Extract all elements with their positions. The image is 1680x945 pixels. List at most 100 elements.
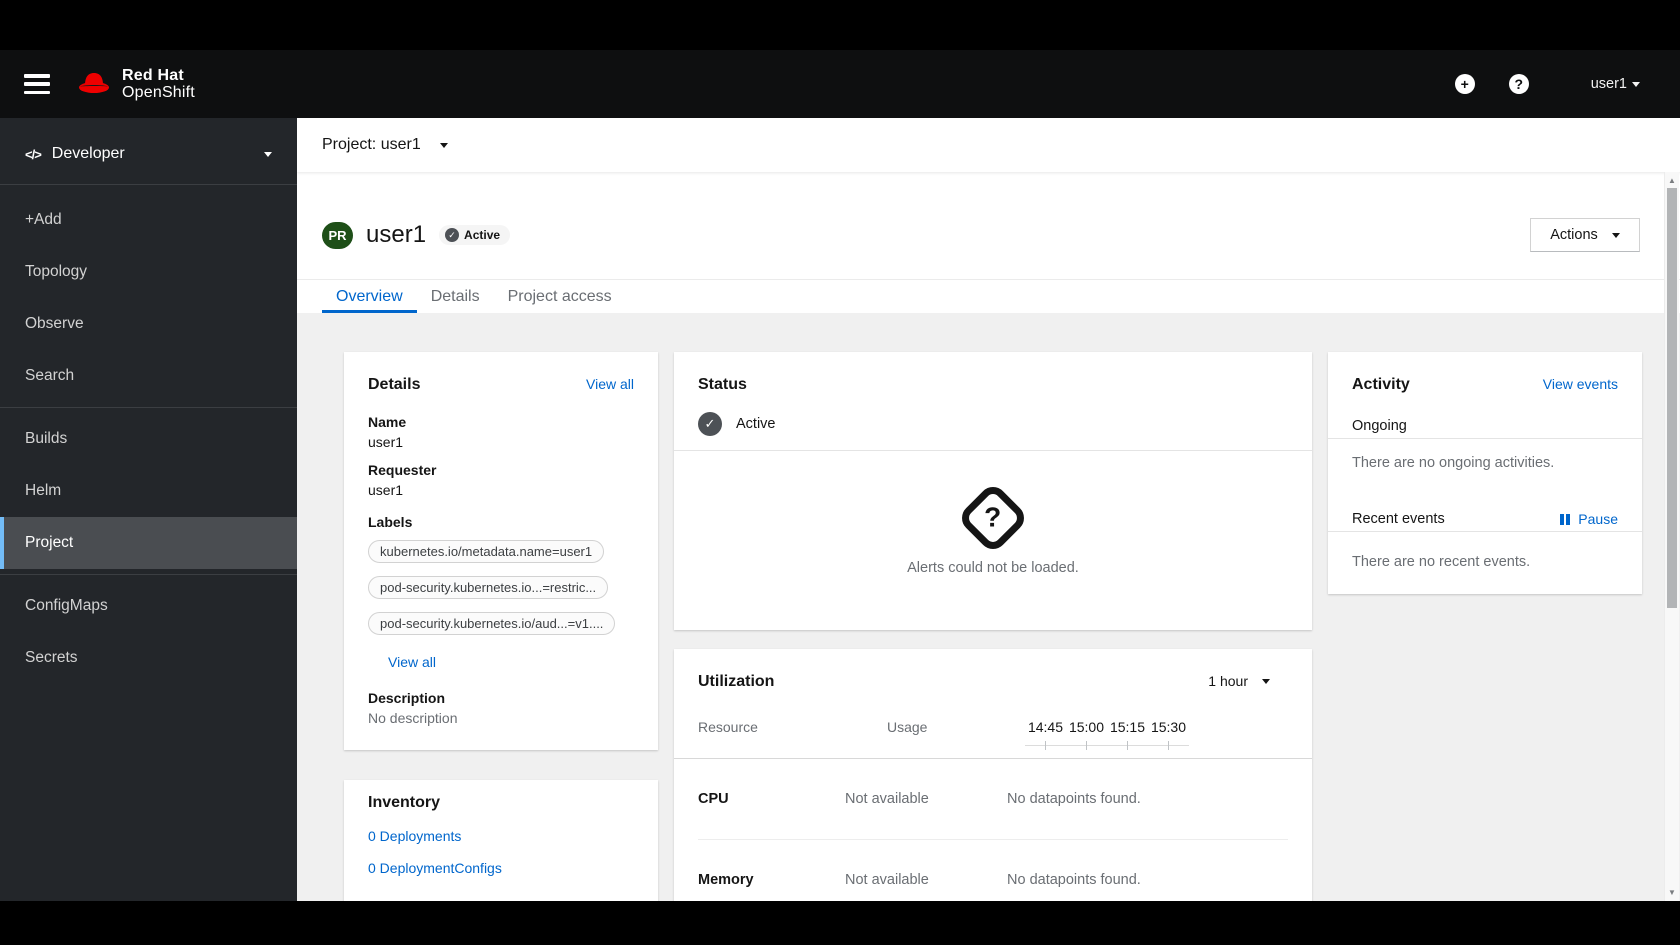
caret-down-icon (1632, 81, 1640, 87)
details-card-title: Details (368, 376, 421, 393)
sidebar-item-search[interactable]: Search (0, 350, 297, 402)
label-chip[interactable]: pod-security.kubernetes.io...=restric... (368, 576, 609, 599)
sidebar-item-observe[interactable]: Observe (0, 298, 297, 350)
redhat-openshift-logo: Red Hat OpenShift (76, 67, 195, 101)
add-plus-circle-icon[interactable]: + (1454, 74, 1475, 94)
resource-name: CPU (698, 791, 729, 807)
resource-usage: Not available (845, 791, 929, 807)
vertical-scrollbar[interactable]: ▲ ▼ (1664, 172, 1679, 901)
brand-line-2: OpenShift (122, 84, 195, 101)
ongoing-empty-message: There are no ongoing activities. (1352, 455, 1555, 471)
project-selector[interactable]: Project: user1 (297, 118, 1680, 172)
pause-button[interactable]: Pause (1560, 511, 1618, 527)
caret-down-icon (1611, 232, 1620, 238)
sidebar-item-configmaps[interactable]: ConfigMaps (0, 580, 297, 632)
sidebar-item-builds[interactable]: Builds (0, 413, 297, 465)
label-chip[interactable]: kubernetes.io/metadata.name=user1 (368, 540, 605, 563)
utilization-card-title: Utilization (698, 673, 775, 690)
actions-button[interactable]: Actions (1530, 218, 1640, 252)
resource-datapoints: No datapoints found. (1007, 871, 1141, 888)
sidebar: </> Developer +Add Topology Observe Sear… (0, 118, 297, 901)
inventory-deploymentconfigs-link[interactable]: 0 DeploymentConfigs (368, 860, 634, 876)
main-content: Project: user1 PR user1 ✓ Active Actions… (297, 118, 1680, 901)
perspective-label: Developer (51, 145, 125, 162)
details-view-all-link[interactable]: View all (586, 376, 634, 392)
scrollbar-down-icon[interactable]: ▼ (1665, 888, 1679, 897)
requester-label: Requester (368, 462, 437, 478)
resource-usage: Not available (845, 871, 929, 888)
labels-view-all-link[interactable]: View all (388, 654, 436, 670)
resource-name: Memory (698, 871, 754, 888)
sidebar-item-add[interactable]: +Add (0, 194, 297, 246)
project-status-badge-label: Active (464, 228, 501, 242)
utilization-card: Utilization 1 hour Resource Usage 14:45 (674, 649, 1312, 901)
name-label: Name (368, 414, 407, 430)
name-value: user1 (368, 434, 404, 450)
scrollbar-thumb[interactable] (1667, 188, 1677, 608)
scrollbar-up-icon[interactable]: ▲ (1665, 176, 1679, 185)
activity-card: Activity View events Ongoing There are n… (1328, 352, 1642, 594)
activity-card-title: Activity (1352, 376, 1410, 393)
user-menu[interactable]: user1 (1591, 76, 1640, 92)
overview-dashboard: Details View all Name user1 Requester us… (297, 313, 1680, 901)
time-axis-ticks (1025, 741, 1189, 750)
help-question-icon[interactable]: ? (1508, 74, 1529, 94)
sidebar-item-project[interactable]: Project (0, 517, 297, 569)
recent-events-label: Recent events (1352, 511, 1445, 527)
status-card: Status ✓ Active ? Alerts could not be lo… (674, 352, 1312, 630)
page-title: user1 (366, 221, 427, 248)
caret-down-icon (264, 151, 272, 157)
resource-column-header: Resource (698, 719, 758, 735)
tab-bar: Overview Details Project access (297, 279, 1680, 313)
duration-dropdown[interactable]: 1 hour (1208, 673, 1270, 689)
redhat-hat-icon (79, 73, 109, 93)
inventory-deployments-link[interactable]: 0 Deployments (368, 828, 634, 844)
check-circle-icon: ✓ (698, 412, 722, 436)
inventory-card-title: Inventory (368, 794, 441, 811)
brand-line-1: Red Hat (122, 67, 184, 84)
user-menu-label: user1 (1590, 76, 1627, 92)
letterbox-bottom (0, 901, 1680, 945)
alerts-empty-message: Alerts could not be loaded. (907, 559, 1079, 576)
masthead: Red Hat OpenShift + ? user1 (0, 50, 1680, 118)
inventory-card: Inventory 0 Deployments 0 DeploymentConf… (344, 780, 658, 901)
tab-details[interactable]: Details (417, 280, 494, 313)
sidebar-item-helm[interactable]: Helm (0, 465, 297, 517)
resource-datapoints: No datapoints found. (1007, 791, 1141, 807)
time-tick-label: 15:15 (1109, 719, 1146, 735)
label-chip[interactable]: pod-security.kubernetes.io/aud...=v1.... (368, 612, 616, 635)
view-events-link[interactable]: View events (1543, 376, 1618, 392)
utilization-row-memory: Memory Not available No datapoints found… (698, 839, 1288, 901)
time-axis-labels: 14:45 15:00 15:15 15:30 (1025, 719, 1189, 735)
hamburger-menu-icon[interactable] (24, 74, 50, 94)
ongoing-label: Ongoing (1352, 418, 1407, 434)
caret-down-icon (439, 142, 448, 148)
sidebar-nav: +Add Topology Observe Search Builds Helm… (0, 185, 297, 689)
description-value: No description (368, 710, 458, 726)
requester-value: user1 (368, 482, 404, 498)
sidebar-item-secrets[interactable]: Secrets (0, 632, 297, 684)
status-card-title: Status (698, 376, 747, 393)
unknown-icon: ? (956, 480, 1030, 555)
utilization-row-cpu: CPU Not available No datapoints found. (698, 759, 1288, 839)
time-tick-label: 15:00 (1068, 719, 1105, 735)
check-circle-icon: ✓ (445, 228, 460, 242)
status-value: Active (736, 416, 776, 432)
time-tick-label: 14:45 (1027, 719, 1064, 735)
sidebar-item-topology[interactable]: Topology (0, 246, 297, 298)
caret-down-icon (1262, 678, 1270, 684)
pause-button-label: Pause (1578, 511, 1618, 527)
recent-empty-message: There are no recent events. (1352, 554, 1531, 570)
code-icon: </> (25, 146, 42, 162)
perspective-switcher[interactable]: </> Developer (0, 118, 297, 185)
tab-overview[interactable]: Overview (322, 280, 417, 313)
page-header: PR user1 ✓ Active Actions Overview Detai… (297, 172, 1680, 313)
alerts-empty-state: ? Alerts could not be loaded. (698, 451, 1288, 606)
project-selector-label: Project: user1 (322, 136, 421, 153)
pause-icon (1560, 513, 1572, 525)
tab-project-access[interactable]: Project access (494, 280, 626, 313)
project-resource-badge: PR (322, 221, 353, 249)
project-status-badge: ✓ Active (439, 225, 511, 245)
letterbox-top (0, 0, 1680, 50)
actions-button-label: Actions (1550, 227, 1598, 243)
